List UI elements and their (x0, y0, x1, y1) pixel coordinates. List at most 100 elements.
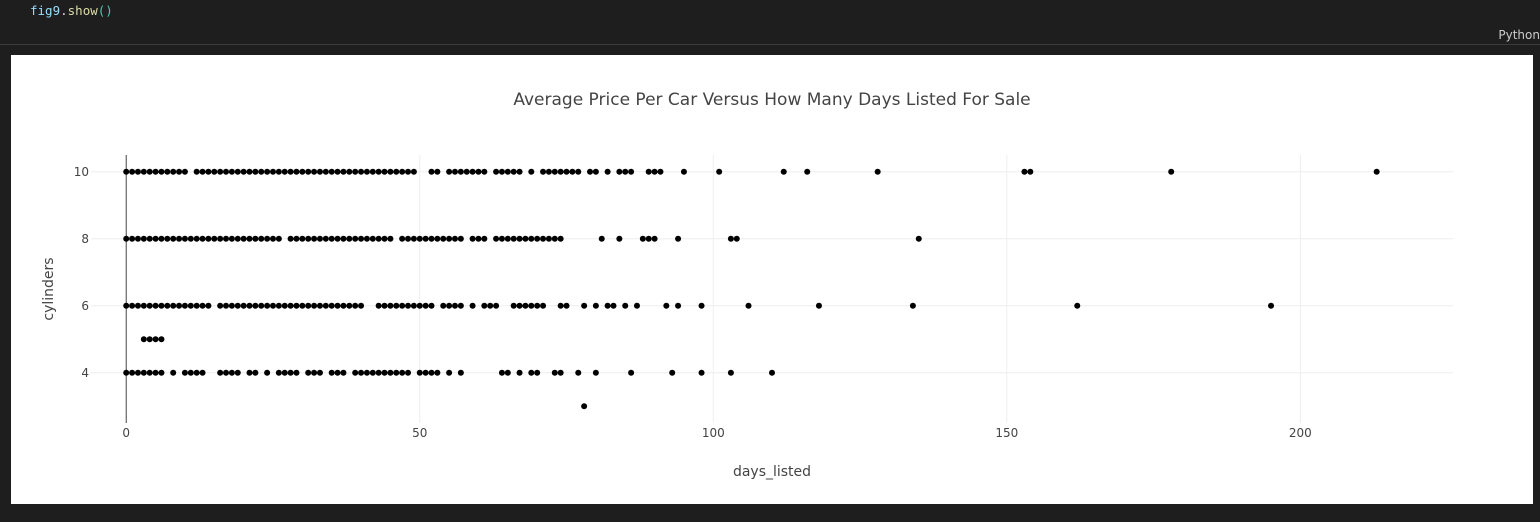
scatter-point[interactable] (815, 302, 822, 309)
scatter-point[interactable] (164, 168, 171, 175)
scatter-point[interactable] (651, 235, 658, 242)
scatter-point[interactable] (469, 235, 476, 242)
scatter-point[interactable] (146, 168, 153, 175)
scatter-point[interactable] (416, 369, 423, 376)
scatter-point[interactable] (146, 336, 153, 343)
scatter-point[interactable] (211, 168, 218, 175)
scatter-point[interactable] (727, 369, 734, 376)
scatter-point[interactable] (363, 235, 370, 242)
scatter-point[interactable] (264, 369, 271, 376)
scatter-point[interactable] (622, 302, 629, 309)
scatter-point[interactable] (915, 235, 922, 242)
scatter-point[interactable] (293, 302, 300, 309)
scatter-point[interactable] (311, 168, 318, 175)
scatter-point[interactable] (334, 302, 341, 309)
scatter-point[interactable] (604, 302, 611, 309)
scatter-point[interactable] (146, 235, 153, 242)
scatter-point[interactable] (293, 369, 300, 376)
scatter-point[interactable] (557, 168, 564, 175)
scatter-point[interactable] (140, 336, 147, 343)
scatter-point[interactable] (457, 369, 464, 376)
scatter-point[interactable] (252, 369, 259, 376)
scatter-point[interactable] (487, 302, 494, 309)
scatter-point[interactable] (287, 235, 294, 242)
scatter-point[interactable] (158, 235, 165, 242)
scatter-point[interactable] (328, 168, 335, 175)
scatter-point[interactable] (534, 302, 541, 309)
scatter-point[interactable] (745, 302, 752, 309)
scatter-point[interactable] (287, 168, 294, 175)
scatter-point[interactable] (1027, 168, 1034, 175)
scatter-point[interactable] (493, 302, 500, 309)
scatter-point[interactable] (628, 168, 635, 175)
scatter-point[interactable] (381, 302, 388, 309)
scatter-point[interactable] (551, 235, 558, 242)
scatter-point[interactable] (540, 302, 547, 309)
scatter-point[interactable] (293, 168, 300, 175)
scatter-point[interactable] (134, 369, 141, 376)
scatter-point[interactable] (381, 235, 388, 242)
scatter-point[interactable] (516, 235, 523, 242)
scatter-point[interactable] (240, 168, 247, 175)
scatter-point[interactable] (534, 235, 541, 242)
scatter-point[interactable] (346, 302, 353, 309)
scatter-point[interactable] (287, 302, 294, 309)
scatter-point[interactable] (269, 302, 276, 309)
scatter-point[interactable] (240, 302, 247, 309)
scatter-point[interactable] (369, 369, 376, 376)
scatter-point[interactable] (211, 235, 218, 242)
scatter-point[interactable] (545, 235, 552, 242)
scatter-point[interactable] (592, 369, 599, 376)
scatter-point[interactable] (551, 369, 558, 376)
scatter-point[interactable] (1021, 168, 1028, 175)
scatter-point[interactable] (633, 302, 640, 309)
scatter-point[interactable] (575, 369, 582, 376)
scatter-point[interactable] (334, 235, 341, 242)
scatter-point[interactable] (446, 302, 453, 309)
scatter-point[interactable] (769, 369, 775, 376)
scatter-point[interactable] (369, 235, 376, 242)
scatter-point[interactable] (363, 369, 370, 376)
scatter-point[interactable] (181, 235, 188, 242)
scatter-point[interactable] (804, 168, 811, 175)
scatter-point[interactable] (170, 168, 177, 175)
scatter-point[interactable] (199, 302, 206, 309)
scatter-point[interactable] (223, 369, 230, 376)
scatter-point[interactable] (129, 369, 136, 376)
scatter-point[interactable] (181, 168, 188, 175)
scatter-point[interactable] (158, 336, 165, 343)
scatter-point[interactable] (440, 302, 447, 309)
scatter-point[interactable] (422, 235, 429, 242)
scatter-point[interactable] (1373, 168, 1380, 175)
scatter-point[interactable] (434, 235, 441, 242)
scatter-point[interactable] (557, 235, 564, 242)
scatter-point[interactable] (158, 369, 165, 376)
scatter-point[interactable] (463, 168, 470, 175)
scatter-point[interactable] (399, 235, 406, 242)
scatter-point[interactable] (205, 302, 212, 309)
scatter-point[interactable] (716, 168, 723, 175)
scatter-point[interactable] (375, 302, 382, 309)
code-cell[interactable]: fig9.show() Python (0, 0, 1540, 45)
scatter-point[interactable] (592, 302, 599, 309)
scatter-point[interactable] (405, 168, 412, 175)
scatter-point[interactable] (258, 235, 265, 242)
scatter-point[interactable] (481, 168, 488, 175)
scatter-point[interactable] (322, 235, 329, 242)
scatter-point[interactable] (440, 235, 447, 242)
scatter-point[interactable] (422, 369, 429, 376)
scatter-point[interactable] (129, 168, 136, 175)
scatter-point[interactable] (252, 302, 259, 309)
scatter-point[interactable] (275, 369, 282, 376)
scatter-point[interactable] (358, 302, 365, 309)
scatter-point[interactable] (516, 168, 523, 175)
scatter-point[interactable] (223, 168, 230, 175)
scatter-point[interactable] (416, 302, 423, 309)
scatter-point[interactable] (152, 168, 159, 175)
scatter-point[interactable] (246, 235, 253, 242)
scatter-point[interactable] (328, 369, 335, 376)
scatter-point[interactable] (510, 168, 517, 175)
scatter-point[interactable] (399, 369, 406, 376)
scatter-point[interactable] (176, 302, 183, 309)
scatter-point[interactable] (393, 369, 400, 376)
